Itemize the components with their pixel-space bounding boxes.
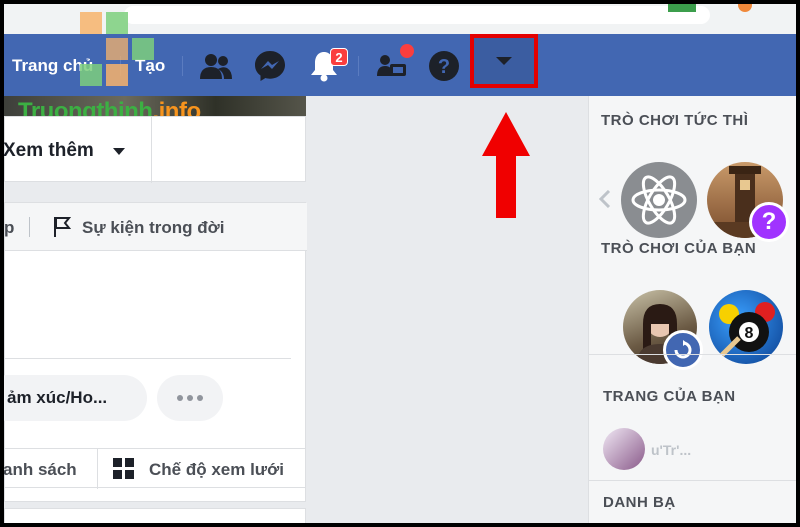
tab-divider xyxy=(151,117,152,183)
svg-text:?: ? xyxy=(438,56,450,78)
nav-divider xyxy=(358,56,359,76)
extension-icon[interactable] xyxy=(668,4,696,12)
page-name[interactable]: u'Tr'... xyxy=(651,442,691,458)
more-dots-icon xyxy=(177,395,203,401)
notification-count-badge: 2 xyxy=(330,48,348,66)
caret-down-icon xyxy=(113,148,125,155)
flag-icon xyxy=(54,217,71,237)
see-more-tab[interactable]: Xem thêm xyxy=(4,140,94,162)
sidebar-divider xyxy=(589,354,796,355)
your-games-heading: TRÒ CHƠI CỦA BẠN xyxy=(601,240,757,257)
composer-divider xyxy=(5,358,291,359)
instant-games-heading: TRÒ CHƠI TỨC THÌ xyxy=(601,112,749,129)
messenger-icon[interactable] xyxy=(252,48,288,84)
8-ball-pool-game[interactable]: 8 xyxy=(709,290,783,364)
more-options-button[interactable] xyxy=(157,375,223,421)
question-mark-icon: ? xyxy=(749,202,789,242)
grid-icon xyxy=(113,458,134,479)
grid-view-button[interactable]: Chế độ xem lưới xyxy=(149,460,284,480)
feeling-activity-label: ảm xúc/Ho... xyxy=(7,388,108,407)
truongthinh-watermark-logo: Truongthinh.info xyxy=(12,12,212,125)
chevron-left-icon[interactable] xyxy=(599,190,611,208)
composer-tab-partial[interactable]: p xyxy=(4,218,14,238)
view-toggle-card: anh sách Chế độ xem lưới xyxy=(4,448,306,489)
your-pages-heading: TRANG CỦA BẠN xyxy=(603,388,736,405)
instant-game-atom[interactable] xyxy=(621,162,697,238)
right-sidebar: TRÒ CHƠI TỨC THÌ ? TRÒ CHƠI CỦA BẠN 8 TR… xyxy=(588,96,796,523)
caret-down-icon xyxy=(496,57,512,65)
profile-tabs-card: Xem thêm xyxy=(4,116,306,183)
account-menu-dropdown-button[interactable] xyxy=(470,34,538,88)
tab-divider xyxy=(97,449,98,489)
screenshot-frame: Trang chủ Tạo 2 ? Truongthinh.info Xem t… xyxy=(4,4,796,523)
feeling-activity-button[interactable]: ảm xúc/Ho... xyxy=(4,375,147,421)
sidebar-divider xyxy=(589,480,796,481)
refresh-badge-icon xyxy=(663,330,703,370)
page-avatar[interactable] xyxy=(603,428,645,470)
red-up-arrow-icon xyxy=(482,112,530,218)
life-event-tab[interactable]: Sự kiện trong đời xyxy=(82,218,224,238)
atom-icon xyxy=(631,175,687,225)
tab-divider xyxy=(29,217,30,237)
svg-text:8: 8 xyxy=(745,325,754,342)
new-activity-dot xyxy=(400,44,414,58)
post-card xyxy=(4,508,306,523)
help-question-icon[interactable]: ? xyxy=(426,48,462,84)
extension-icon[interactable] xyxy=(738,4,752,12)
pool-ball-icon: 8 xyxy=(715,302,775,362)
list-view-button[interactable]: anh sách xyxy=(4,460,77,480)
contacts-heading: DANH BẠ xyxy=(603,494,676,511)
